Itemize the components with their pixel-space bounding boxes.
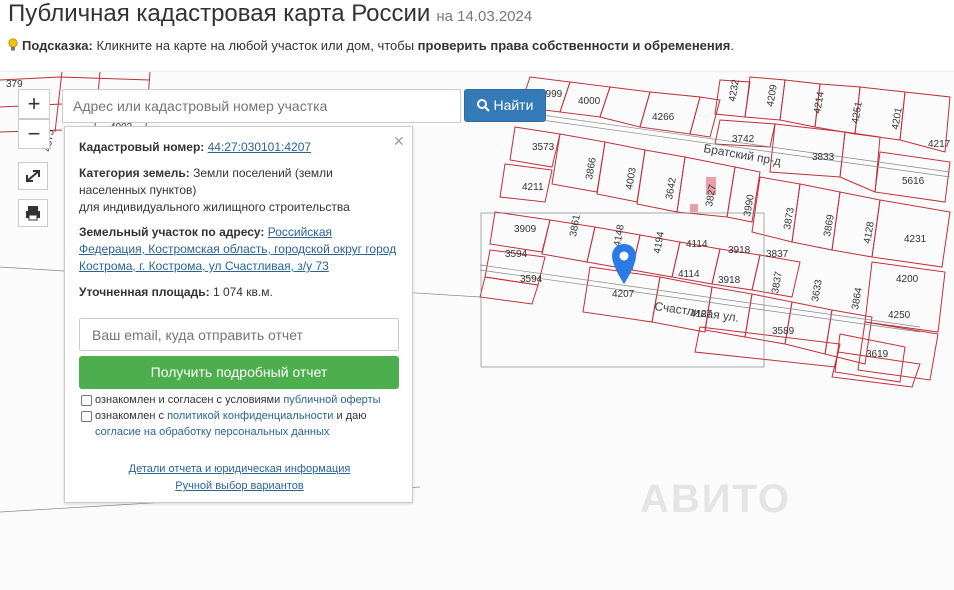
expand-icon [26, 170, 40, 182]
cadastral-number-link[interactable]: 44:27:030101:4207 [208, 140, 311, 154]
page-date: на 14.03.2024 [436, 8, 533, 25]
cadastral-map[interactable]: 379 3999 4000 4266 4232 4209 4214 4251 4… [0, 71, 954, 590]
plot-label: 3864 [850, 286, 865, 310]
area-value: 1 074 кв.м. [212, 285, 273, 299]
plot-label: 3633 [810, 278, 825, 302]
offer-checkbox[interactable] [81, 395, 92, 406]
plot-label: 4114 [686, 239, 708, 250]
privacy-policy-link[interactable]: политикой конфиденциальности [167, 410, 333, 422]
zoom-out-button[interactable]: − [18, 119, 50, 149]
street-label: Счастливая ул. [654, 299, 740, 325]
plot-label: 4200 [896, 274, 919, 285]
plot-label: 3861 [568, 213, 583, 237]
plot-label: 3837 [766, 249, 789, 260]
consent1-text: ознакомлен и согласен с условиями [95, 394, 281, 406]
search-icon [476, 99, 490, 112]
watermark: АВИТО [640, 477, 792, 521]
plot-label: 4114 [678, 269, 700, 280]
hint-bar: Подсказка: Кликните на карте на любой уч… [8, 38, 734, 53]
plot-label: 4209 [765, 83, 780, 107]
plot-label: 3619 [866, 349, 889, 360]
plot-label: 3594 [505, 249, 528, 260]
location-marker-icon[interactable] [612, 244, 636, 284]
print-icon [26, 206, 40, 221]
data-processing-link[interactable]: согласие на обработку персональных данны… [95, 426, 329, 438]
plot-label: 4231 [904, 234, 927, 245]
search-button-label: Найти [493, 97, 534, 113]
plot-label: 3589 [772, 326, 795, 337]
cadastral-label: Кадастровый номер: [79, 140, 205, 154]
area-row: Уточненная площадь: 1 074 кв.м. [79, 284, 401, 301]
plot-label: 4232 [727, 78, 742, 102]
plot-label: 3594 [520, 274, 543, 285]
plot-label: 3909 [514, 224, 537, 235]
hint-label: Подсказка: [22, 38, 93, 53]
plot-label: 4201 [890, 106, 905, 130]
plot-label: 4003 [624, 166, 639, 190]
hint-text: Кликните на карте на любой участок или д… [96, 38, 415, 53]
page-header: Публичная кадастровая карта России на 14.… [8, 0, 532, 34]
zoom-in-button[interactable]: + [18, 89, 50, 119]
plot-label: 3573 [532, 142, 555, 153]
manual-selection-link[interactable]: Ручной выбор вариантов [65, 480, 414, 492]
offer-link[interactable]: публичной оферты [283, 394, 380, 406]
plot-info-popup: × Кадастровый номер: 44:27:030101:4207 К… [64, 126, 413, 503]
privacy-consent-text: ознакомлен с политикой конфиденциальност… [95, 408, 405, 424]
email-field[interactable] [79, 318, 399, 351]
plot-label: 4214 [812, 90, 827, 114]
category-line2: для индивидуального жилищного строительс… [79, 200, 350, 214]
page-title: Публичная кадастровая карта России [8, 0, 431, 27]
plot-label: 4250 [888, 310, 911, 321]
address-row: Земельный участок по адресу: Российская … [79, 224, 401, 275]
get-report-button[interactable]: Получить подробный отчет [79, 356, 399, 389]
plot-label: 3642 [664, 176, 679, 200]
report-details-link[interactable]: Детали отчета и юридическая информация [65, 463, 414, 475]
plot-label: 3873 [782, 206, 797, 230]
area-label: Уточненная площадь: [79, 285, 210, 299]
plot-label: 4266 [652, 112, 675, 123]
plot-label: 4194 [652, 230, 667, 254]
plot-label: 4207 [612, 289, 635, 300]
plot-label: 3837 [770, 270, 785, 294]
lightbulb-icon [8, 38, 18, 51]
category-label: Категория земель: [79, 166, 190, 180]
cadastral-row: Кадастровый номер: 44:27:030101:4207 [79, 139, 401, 156]
consent2-mid: и даю [336, 410, 367, 422]
search-button[interactable]: Найти [464, 89, 546, 122]
plot-label: 3833 [812, 152, 835, 163]
plot-label: 4000 [578, 96, 601, 107]
plot-label: 3742 [732, 134, 755, 145]
plot-label: 4211 [522, 182, 544, 193]
print-button[interactable] [18, 199, 48, 227]
plot-label: 5616 [902, 176, 925, 187]
fullscreen-button[interactable] [18, 162, 48, 190]
plot-label: 3918 [728, 245, 751, 256]
privacy-checkbox[interactable] [81, 411, 92, 422]
plot-label: 4251 [850, 100, 865, 124]
data-processing-line: согласие на обработку персональных данны… [95, 424, 405, 440]
address-label: Земельный участок по адресу: [79, 225, 265, 239]
category-row: Категория земель: Земли поселений (земли… [79, 165, 401, 216]
plot-label: 3866 [584, 156, 599, 180]
plot-label: 4217 [928, 139, 951, 150]
offer-consent-text: ознакомлен и согласен с условиями публич… [95, 392, 405, 408]
hint-strong: проверить права собственности и обремене… [417, 38, 731, 53]
search-input[interactable] [62, 89, 461, 123]
hint-end: . [730, 38, 734, 53]
plot-label: 3918 [718, 275, 741, 286]
consent2-text: ознакомлен с [95, 410, 165, 422]
